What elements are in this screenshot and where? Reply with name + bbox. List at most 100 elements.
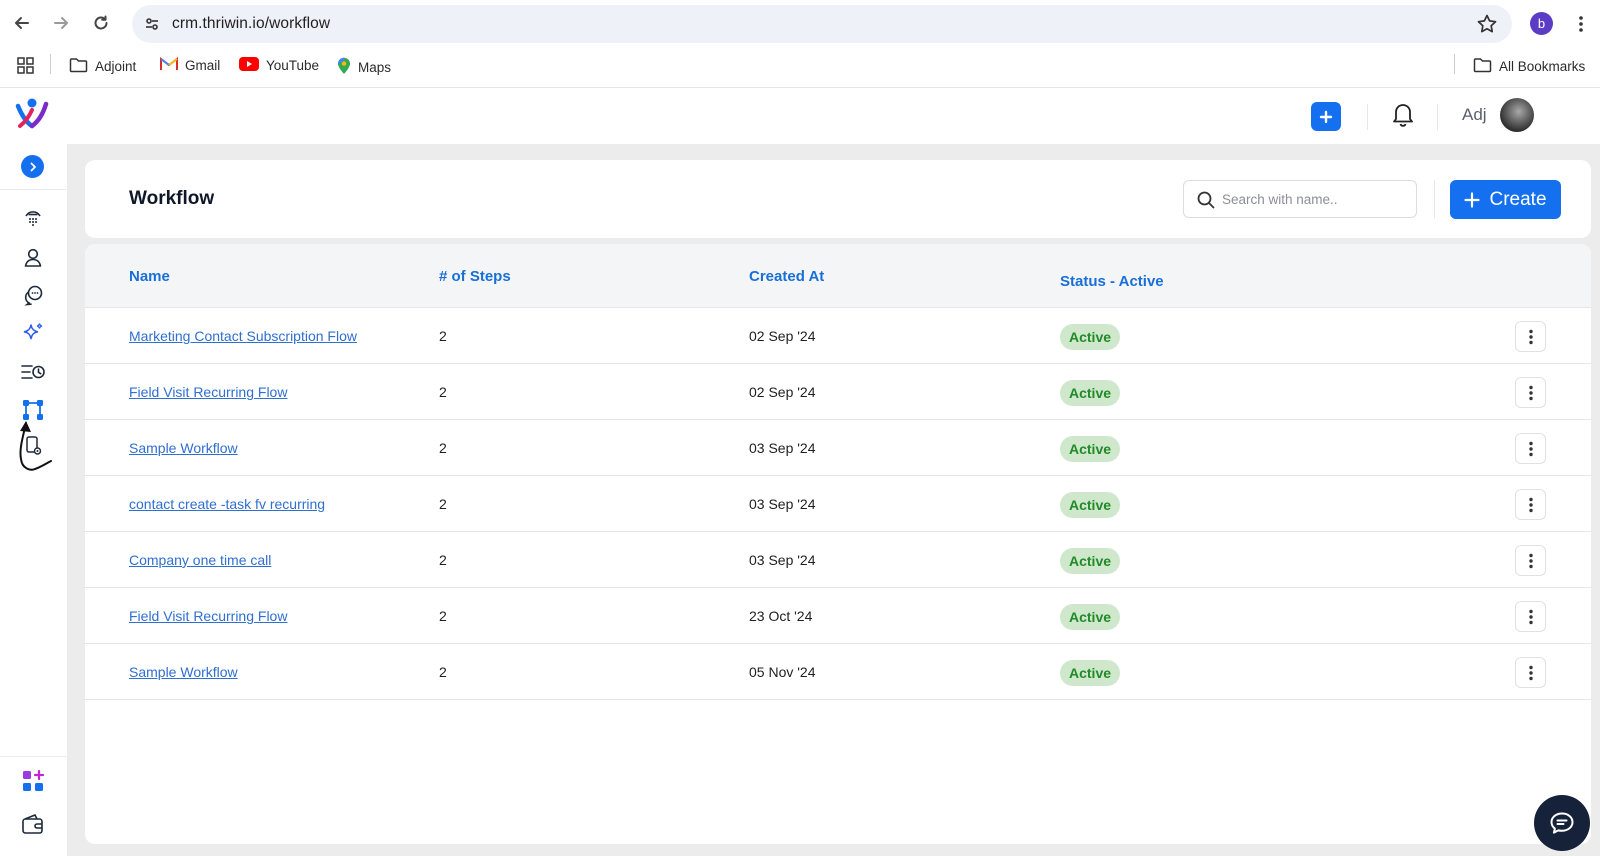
bookmark-youtube[interactable]: YouTube [239, 57, 319, 74]
created-date: 02 Sep '24 [749, 328, 816, 344]
forward-icon[interactable] [48, 10, 74, 36]
column-header-status[interactable]: Status - Active [1060, 273, 1164, 290]
address-bar[interactable]: crm.thriwin.io/workflow [132, 5, 1512, 43]
status-badge: Active [1060, 548, 1121, 574]
workflow-name-link[interactable]: contact create -task fv recurring [129, 496, 325, 512]
bookmark-label: Adjoint [95, 59, 137, 74]
steps-count: 2 [439, 664, 447, 680]
header-divider [1367, 104, 1368, 130]
steps-count: 2 [439, 496, 447, 512]
workflow-table: Name # of Steps Created At Status - Acti… [85, 244, 1591, 844]
created-date: 05 Nov '24 [749, 664, 816, 680]
workflow-name-link[interactable]: Field Visit Recurring Flow [129, 384, 287, 400]
calls-icon[interactable] [20, 205, 46, 231]
table-row: Marketing Contact Subscription Flow 2 02… [85, 308, 1591, 364]
bookmarks-bar: Adjoint Gmail YouTube Maps All Bookmarks [0, 46, 1600, 88]
table-row: Field Visit Recurring Flow 2 02 Sep '24 … [85, 364, 1591, 420]
steps-count: 2 [439, 608, 447, 624]
header-divider [1437, 104, 1438, 130]
search-icon [1196, 190, 1216, 210]
created-date: 02 Sep '24 [749, 384, 816, 400]
create-button-label: Create [1489, 188, 1547, 210]
thriwin-logo[interactable] [14, 96, 50, 134]
row-actions-menu-icon[interactable] [1515, 433, 1546, 464]
site-settings-icon[interactable] [140, 12, 164, 36]
search-box[interactable] [1183, 180, 1417, 218]
bookmark-maps[interactable]: Maps [337, 57, 391, 78]
row-actions-menu-icon[interactable] [1515, 377, 1546, 408]
cursor-pointer-arrow [16, 419, 66, 499]
folder-icon [69, 57, 88, 76]
status-badge: Active [1060, 492, 1121, 518]
column-header-name[interactable]: Name [129, 268, 170, 285]
wallet-icon[interactable] [20, 811, 46, 837]
browser-menu-icon[interactable] [1572, 12, 1590, 36]
created-date: 03 Sep '24 [749, 552, 816, 568]
search-input[interactable] [1222, 189, 1408, 209]
table-row: Company one time call 2 03 Sep '24 Activ… [85, 532, 1591, 588]
quick-add-button[interactable] [1311, 102, 1341, 131]
bookmark-label: Gmail [185, 58, 221, 73]
folder-icon [1473, 57, 1492, 76]
add-app-icon[interactable] [20, 768, 46, 794]
plus-icon [1464, 191, 1481, 208]
status-badge: Active [1060, 660, 1121, 686]
workflow-name-link[interactable]: Sample Workflow [129, 440, 238, 456]
steps-count: 2 [439, 552, 447, 568]
column-header-created-at[interactable]: Created At [749, 268, 824, 285]
row-actions-menu-icon[interactable] [1515, 601, 1546, 632]
status-badge: Active [1060, 436, 1121, 462]
created-date: 03 Sep '24 [749, 496, 816, 512]
sidebar-expand-button[interactable] [21, 155, 44, 178]
sidebar [0, 144, 68, 856]
table-row: contact create -task fv recurring 2 03 S… [85, 476, 1591, 532]
created-date: 23 Oct '24 [749, 608, 813, 624]
gmail-icon [160, 57, 178, 74]
table-header: Name # of Steps Created At Status - Acti… [85, 244, 1591, 308]
page-header-card: Workflow Create [85, 160, 1591, 238]
create-button[interactable]: Create [1450, 180, 1561, 219]
bookmark-gmail[interactable]: Gmail [160, 57, 220, 74]
header-divider [1434, 180, 1435, 218]
back-icon[interactable] [9, 10, 35, 36]
user-avatar[interactable] [1500, 98, 1534, 132]
maps-icon [337, 57, 351, 78]
row-actions-menu-icon[interactable] [1515, 657, 1546, 688]
workflow-name-link[interactable]: Company one time call [129, 552, 271, 568]
column-header-steps[interactable]: # of Steps [439, 268, 511, 285]
url-text[interactable]: crm.thriwin.io/workflow [172, 15, 330, 33]
row-actions-menu-icon[interactable] [1515, 321, 1546, 352]
bookmarks-separator [50, 54, 51, 74]
bookmark-adjoint[interactable]: Adjoint [69, 57, 136, 76]
steps-count: 2 [439, 328, 447, 344]
status-badge: Active [1060, 380, 1121, 406]
status-badge: Active [1060, 604, 1121, 630]
activity-history-icon[interactable] [20, 359, 46, 385]
bookmark-label: Maps [358, 60, 392, 75]
apps-grid-icon[interactable] [17, 57, 34, 74]
row-actions-menu-icon[interactable] [1515, 545, 1546, 576]
workflow-name-link[interactable]: Field Visit Recurring Flow [129, 608, 287, 624]
chat-support-button[interactable] [1534, 795, 1590, 851]
row-actions-menu-icon[interactable] [1515, 489, 1546, 520]
ai-sparkle-icon[interactable] [20, 320, 46, 346]
notifications-bell-icon[interactable] [1390, 100, 1416, 128]
workflow-name-link[interactable]: Marketing Contact Subscription Flow [129, 328, 357, 344]
page-title: Workflow [129, 188, 215, 209]
table-row: Sample Workflow 2 05 Nov '24 Active [85, 644, 1591, 700]
bookmark-label: YouTube [266, 58, 320, 73]
steps-count: 2 [439, 440, 447, 456]
conversations-icon[interactable] [20, 282, 46, 308]
bookmarks-separator [1454, 54, 1455, 74]
steps-count: 2 [439, 384, 447, 400]
browser-profile-avatar[interactable]: b [1530, 12, 1553, 35]
all-bookmarks[interactable]: All Bookmarks [1473, 57, 1585, 76]
bookmark-star-icon[interactable] [1476, 13, 1498, 35]
user-name[interactable]: Adj [1462, 105, 1487, 125]
sidebar-divider [0, 756, 68, 757]
workflow-name-link[interactable]: Sample Workflow [129, 664, 238, 680]
contacts-icon[interactable] [20, 244, 46, 270]
all-bookmarks-label: All Bookmarks [1499, 59, 1586, 74]
table-row: Sample Workflow 2 03 Sep '24 Active [85, 420, 1591, 476]
reload-icon[interactable] [88, 10, 114, 36]
